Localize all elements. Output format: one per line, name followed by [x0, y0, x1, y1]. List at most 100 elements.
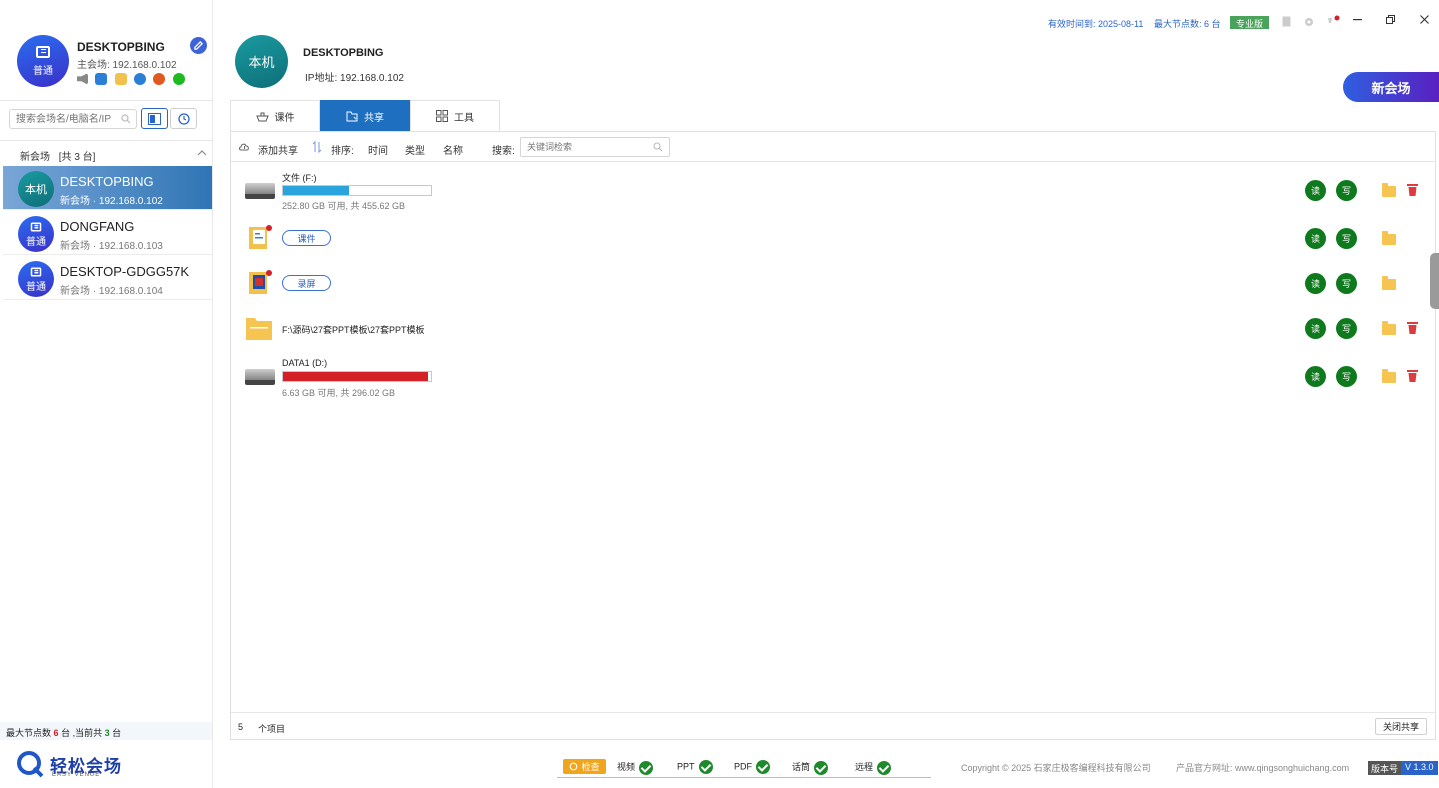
restore-icon[interactable]: [1386, 15, 1395, 24]
share-path: F:\源码\27套PPT模板\27套PPT模板: [282, 325, 425, 335]
list-view-toggle[interactable]: [141, 108, 168, 129]
folder-icon: [246, 318, 272, 340]
node-count-footer: 最大节点数 6 台 ,当前共 3 台: [0, 722, 212, 740]
drive-usage-fill: [283, 186, 349, 195]
status-icons: [77, 71, 189, 85]
read-button[interactable]: 读: [1305, 366, 1326, 387]
host-name: DESKTOPBING: [303, 47, 384, 59]
delete-icon[interactable]: [1407, 183, 1418, 196]
venue-icon: [30, 222, 42, 231]
check-remote: 远程: [855, 760, 892, 775]
side-drawer-handle[interactable]: [1430, 253, 1439, 309]
node-avatar: 普通: [18, 261, 54, 297]
node-item-desktop-gdgg57k[interactable]: 普通 DESKTOP-GDGG57K 新会场 · 192.168.0.104: [3, 256, 212, 300]
read-button[interactable]: 读: [1305, 180, 1326, 201]
divider: [0, 100, 212, 101]
venue-icon: [36, 45, 50, 58]
chevron-up-icon[interactable]: [197, 150, 207, 156]
courseware-tag[interactable]: 课件: [282, 230, 331, 246]
hard-drive-icon: [245, 369, 275, 385]
speaker-icon[interactable]: [77, 72, 88, 85]
drive-usage-fill: [283, 372, 428, 381]
check-ok-icon: [698, 760, 713, 774]
profile-avatar[interactable]: 普通: [17, 35, 69, 87]
drive-usage-bar: [282, 185, 432, 196]
write-button[interactable]: 写: [1336, 366, 1357, 387]
node-item-dongfang[interactable]: 普通 DONGFANG 新会场 · 192.168.0.103: [3, 211, 212, 255]
sort-by-time[interactable]: 时间: [368, 142, 388, 157]
website[interactable]: 产品官方网址: www.qingsonghuichang.com: [1176, 761, 1349, 774]
read-button[interactable]: 读: [1305, 228, 1326, 249]
license-max-nodes: 最大节点数: 6 台: [1154, 19, 1221, 29]
history-toggle[interactable]: [170, 108, 197, 129]
clock-icon: [177, 112, 190, 125]
open-folder-icon[interactable]: [1382, 276, 1396, 290]
minimize-icon[interactable]: [1353, 19, 1362, 21]
group-header[interactable]: 新会场 [共 3 台]: [20, 148, 95, 163]
browser-icon[interactable]: [134, 72, 147, 85]
refresh-icon: [570, 762, 578, 771]
edit-profile-button[interactable]: [190, 37, 207, 54]
wechat-icon[interactable]: [172, 72, 185, 85]
check-video: 视频: [617, 760, 654, 775]
check-button[interactable]: 检查: [563, 759, 606, 774]
share-panel: [230, 131, 1436, 740]
search-icon: [121, 114, 131, 124]
node-item-desktopbing[interactable]: 本机 DESKTOPBING 新会场 · 192.168.0.102: [3, 166, 212, 210]
delete-icon[interactable]: [1407, 369, 1418, 382]
copyright: Copyright © 2025 石家庄极客编程科技有限公司: [961, 763, 1151, 773]
profile-name: DESKTOPBING: [77, 40, 165, 54]
new-venue-button[interactable]: 新会场: [1343, 72, 1439, 102]
tab-courseware[interactable]: 课件: [230, 100, 320, 131]
check-microphone: 话筒: [792, 760, 829, 775]
write-button[interactable]: 写: [1336, 273, 1357, 294]
toolbar-divider: [231, 161, 1435, 162]
check-pdf: PDF: [734, 760, 770, 774]
open-folder-icon[interactable]: [1382, 321, 1396, 335]
close-share-button[interactable]: 关闭共享: [1375, 718, 1427, 735]
node-name: DESKTOPBING: [60, 174, 154, 189]
delete-icon[interactable]: [1407, 321, 1418, 334]
gear-icon[interactable]: [1304, 17, 1314, 27]
open-folder-icon[interactable]: [1382, 231, 1396, 245]
sort-by-name[interactable]: 名称: [443, 142, 463, 157]
write-button[interactable]: 写: [1336, 318, 1357, 339]
recording-tag[interactable]: 录屏: [282, 275, 331, 291]
version-badge: 版本号 V 1.3.0: [1368, 761, 1438, 775]
node-search-input[interactable]: [9, 109, 137, 129]
add-share-button[interactable]: 添加共享: [258, 142, 298, 157]
close-icon[interactable]: [1420, 15, 1429, 24]
edit-icon: [194, 41, 203, 50]
node-name: DONGFANG: [60, 219, 135, 234]
check-ok-icon: [639, 760, 654, 775]
node-avatar: 普通: [18, 216, 54, 252]
open-folder-icon[interactable]: [1382, 369, 1396, 383]
share-folder-icon: [346, 111, 358, 121]
monitor-icon[interactable]: [95, 72, 108, 85]
media-icon[interactable]: [153, 72, 166, 85]
read-button[interactable]: 读: [1305, 273, 1326, 294]
write-button[interactable]: 写: [1336, 180, 1357, 201]
courseware-folder-icon: [249, 225, 272, 249]
read-button[interactable]: 读: [1305, 318, 1326, 339]
app-logo-subtitle: EASY VENUE: [52, 772, 101, 778]
tab-tools[interactable]: 工具: [410, 100, 500, 131]
pin-icon[interactable]: [1325, 14, 1340, 28]
profile-host: 主会场: 192.168.0.102: [77, 60, 177, 71]
node-avatar: 本机: [18, 171, 54, 207]
item-count-label: 个项目: [258, 724, 286, 734]
hard-drive-icon: [245, 183, 275, 199]
write-button[interactable]: 写: [1336, 228, 1357, 249]
sidebar: 普通 DESKTOPBING 主会场: 192.168.0.102 新会场 [共…: [0, 0, 213, 788]
folder-icon[interactable]: [114, 72, 127, 85]
node-sub: 新会场 · 192.168.0.102: [60, 196, 163, 207]
sort-by-type[interactable]: 类型: [405, 142, 425, 157]
check-ok-icon: [756, 760, 770, 774]
tab-share[interactable]: 共享: [320, 100, 410, 131]
recording-folder-icon: [249, 270, 272, 294]
cloud-upload-icon: [239, 143, 249, 151]
open-folder-icon[interactable]: [1382, 183, 1396, 197]
document-icon[interactable]: [1282, 16, 1291, 27]
share-search-input[interactable]: [520, 137, 670, 157]
host-ip: IP地址: 192.168.0.102: [305, 73, 404, 84]
